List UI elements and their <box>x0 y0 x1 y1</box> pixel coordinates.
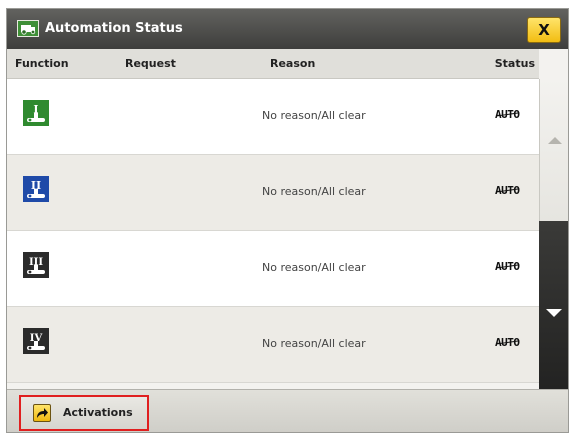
row-reason: No reason/All clear <box>262 337 366 350</box>
row-reason: No reason/All clear <box>262 109 366 122</box>
row-reason: No reason/All clear <box>262 185 366 198</box>
status-auto-badge: AUTO <box>495 184 520 197</box>
status-auto-badge: AUTO <box>495 108 520 121</box>
activations-label: Activations <box>63 406 133 419</box>
column-header-request: Request <box>125 57 176 70</box>
automation-app-icon <box>17 20 39 37</box>
title-bar: Automation Status X <box>7 9 568 49</box>
column-header-function: Function <box>15 57 69 70</box>
scroll-down-button[interactable] <box>539 221 568 389</box>
arrow-down-icon <box>546 309 562 317</box>
activations-button[interactable]: Activations <box>19 395 149 431</box>
table-header: Function Request Reason Status <box>7 49 539 79</box>
arrow-up-icon <box>548 137 562 144</box>
close-button[interactable]: X <box>527 17 561 43</box>
scroll-up-button[interactable] <box>539 79 568 221</box>
table-row[interactable]: I No reason/All clear AUTO <box>7 79 539 155</box>
implement-ii-icon: II <box>23 176 49 202</box>
implement-iii-icon: III <box>23 252 49 278</box>
status-auto-badge: AUTO <box>495 260 520 273</box>
automation-status-dialog: Automation Status X Function Request Rea… <box>6 8 569 433</box>
automation-table: I No reason/All clear AUTO II No reason/… <box>7 79 539 389</box>
column-header-reason: Reason <box>270 57 316 70</box>
row-reason: No reason/All clear <box>262 261 366 274</box>
forward-arrow-icon <box>33 404 51 422</box>
table-row[interactable]: IV No reason/All clear AUTO <box>7 307 539 383</box>
dialog-title: Automation Status <box>45 21 183 36</box>
footer-bar: Activations <box>7 389 568 432</box>
table-row[interactable]: III No reason/All clear AUTO <box>7 231 539 307</box>
status-auto-badge: AUTO <box>495 336 520 349</box>
table-row[interactable]: II No reason/All clear AUTO <box>7 155 539 231</box>
implement-iv-icon: IV <box>23 328 49 354</box>
column-header-status: Status <box>494 57 535 70</box>
implement-i-icon: I <box>23 100 49 126</box>
